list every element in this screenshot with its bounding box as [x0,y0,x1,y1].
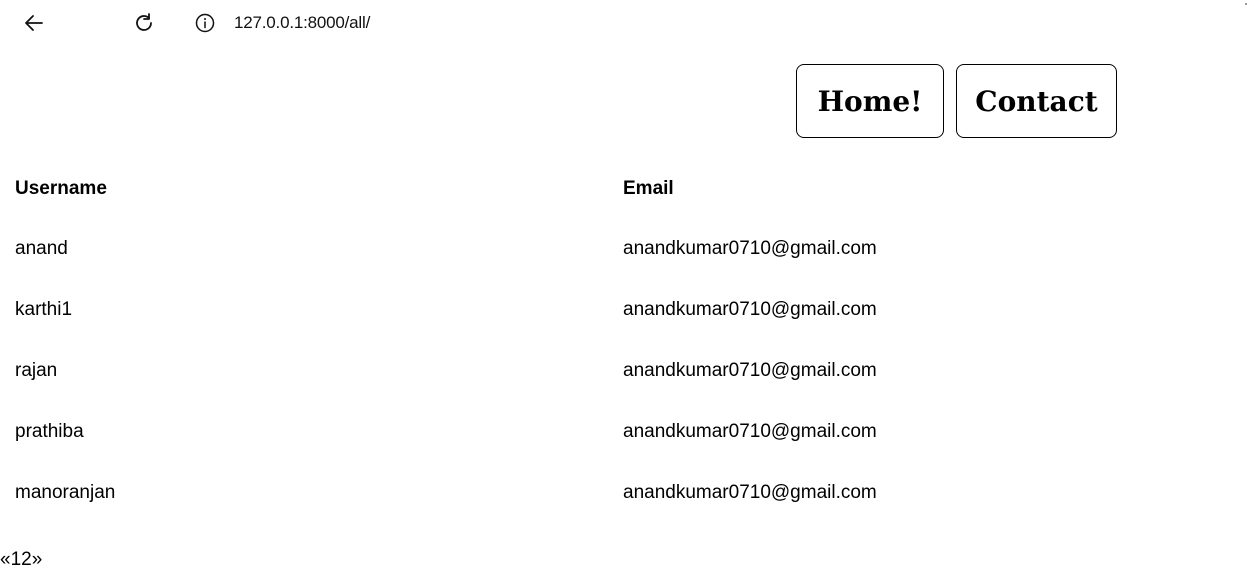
username-cell: prathiba [15,420,84,442]
table-row: rajan anandkumar0710@gmail.com [15,340,915,401]
table-row: anand anandkumar0710@gmail.com [15,218,915,279]
users-table: Username Email anand anandkumar0710@gmai… [15,159,915,523]
reload-icon [136,13,152,31]
table-header-row: Username Email [15,159,915,218]
username-cell: karthi1 [15,298,73,320]
table-row: karthi1 anandkumar0710@gmail.com [15,279,915,340]
address-bar-url[interactable]: 127.0.0.1:8000/all/ [234,12,370,34]
site-info-button[interactable] [194,12,216,34]
back-button[interactable] [20,9,48,37]
browser-toolbar: 127.0.0.1:8000/all/ [0,0,1253,46]
info-circle-icon [195,13,215,33]
pagination-page-1[interactable]: 1 [11,548,22,572]
pagination-next[interactable]: » [32,548,43,572]
edge-mark [1245,3,1247,5]
pagination-page-2[interactable]: 2 [21,548,32,572]
username-column-header: Username [15,177,107,199]
contact-button[interactable]: Contact [956,64,1117,138]
arrow-left-icon [25,15,43,31]
email-cell: anandkumar0710@gmail.com [623,420,877,442]
table-row: prathiba anandkumar0710@gmail.com [15,401,915,462]
table-row: manoranjan anandkumar0710@gmail.com [15,462,915,523]
email-cell: anandkumar0710@gmail.com [623,237,877,259]
username-cell: manoranjan [15,481,116,503]
header-navigation: Home! Contact [796,64,1117,138]
email-cell: anandkumar0710@gmail.com [623,359,877,381]
reload-button[interactable] [130,9,158,37]
username-cell: rajan [15,359,58,381]
email-column-header: Email [623,177,674,199]
pagination: « 1 2 » [0,548,42,572]
pagination-previous[interactable]: « [0,548,11,572]
username-cell: anand [15,237,68,259]
home-button[interactable]: Home! [796,64,944,138]
email-cell: anandkumar0710@gmail.com [623,481,877,503]
email-cell: anandkumar0710@gmail.com [623,298,877,320]
